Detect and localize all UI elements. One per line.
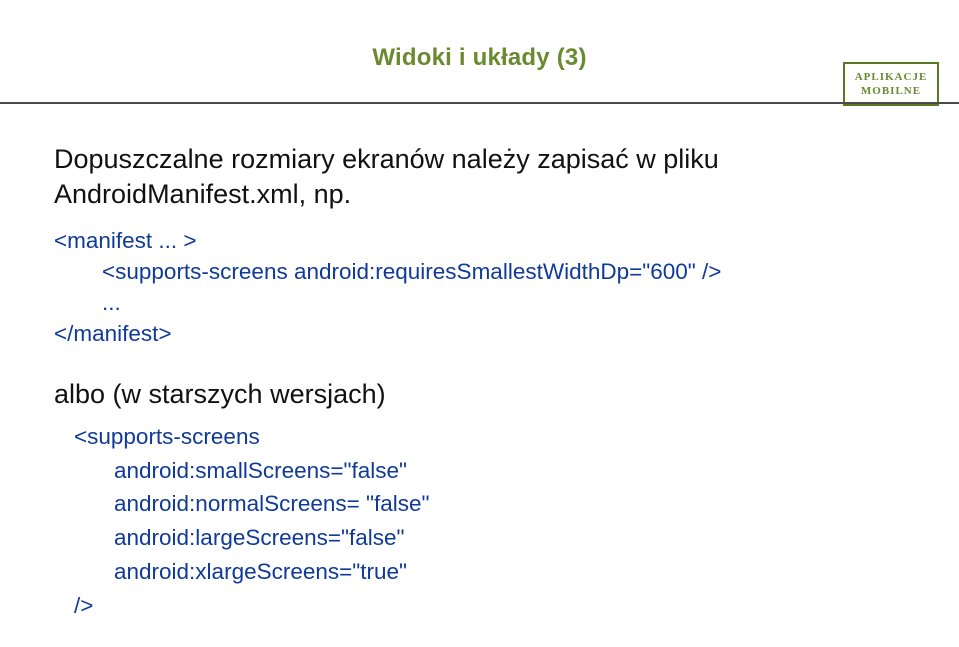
code-block-1: <manifest ... > <supports-screens androi… [54,225,933,349]
horizontal-rule [0,102,959,104]
code-line: android:largeScreens="false" [54,521,933,555]
corner-line2: MOBILNE [861,85,921,97]
code-line: /> [54,589,933,623]
divider-wrap [0,34,959,44]
code-line: android:normalScreens= "false" [54,487,933,521]
corner-line1: APLIKACJE [855,71,928,83]
code-line: <supports-screens [54,420,933,454]
code-line: </manifest> [54,321,172,346]
code-line: <supports-screens android:requiresSmalle… [54,256,933,287]
slide-title: Widoki i układy (3) [0,44,959,72]
intro-line1: Dopuszczalne rozmiary ekranów należy zap… [54,144,719,174]
code-line: android:xlargeScreens="true" [54,555,933,589]
intro-text: Dopuszczalne rozmiary ekranów należy zap… [54,142,933,211]
corner-badge: APLIKACJE MOBILNE [843,62,939,106]
code-line: <manifest ... > [54,228,197,253]
intro-line2: AndroidManifest.xml, np. [54,179,351,209]
code-line: android:smallScreens="false" [54,454,933,488]
divider-wrap [0,102,959,112]
intro2-line: albo (w starszych wersjach) [54,379,386,409]
code-block-2: <supports-screens android:smallScreens="… [54,420,933,623]
intro-text-2: albo (w starszych wersjach) [54,377,933,412]
code-line: ... [54,287,933,318]
slide-body: Dopuszczalne rozmiary ekranów należy zap… [0,112,959,622]
slide: Widoki i układy (3) APLIKACJE MOBILNE Do… [0,0,959,647]
title-row: Widoki i układy (3) APLIKACJE MOBILNE [0,44,959,96]
